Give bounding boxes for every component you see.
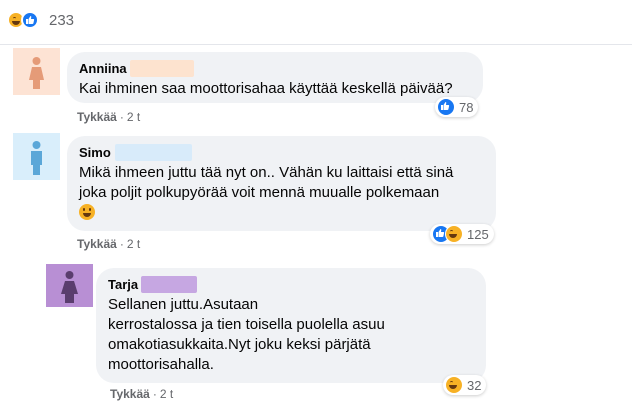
avatar-simo[interactable] [13,133,60,180]
haha-icon [445,376,463,394]
comment-actions: Tykkää · 2 t [77,237,141,251]
comment-bubble: Anniina Kai ihminen saa moottorisahaa kä… [67,52,483,103]
like-icon [437,98,455,116]
comment-time[interactable]: 2 t [160,387,173,401]
comment-time[interactable]: 2 t [127,237,140,251]
comment-bubble: Tarja Sellanen juttu.Asutaan kerrostalos… [96,268,486,383]
reaction-count: 78 [459,99,474,115]
reaction-count: 32 [467,377,482,393]
comment-reactions[interactable]: 32 [443,375,487,395]
reaction-count: 233 [49,12,75,29]
comment-reactions[interactable]: 125 [430,224,494,244]
comment-actions: Tykkää · 2 t [77,110,141,124]
comment-text: Kai ihminen saa moottorisahaa käyttää ke… [79,80,453,97]
like-link[interactable]: Tykkää [110,387,150,401]
reaction-summary[interactable]: 233 [7,11,117,31]
comment-actions: Tykkää · 2 t [110,387,174,401]
comment-reactions[interactable]: 78 [435,97,479,117]
comment-text: Mikä ihmeen juttu tää nyt on.. Vähän ku … [79,163,484,223]
like-icon [21,11,39,29]
avatar-anniina[interactable] [13,48,60,95]
comment-bubble: Simo Mikä ihmeen juttu tää nyt on.. Vähä… [67,136,496,231]
grinning-face-icon [79,204,95,220]
like-link[interactable]: Tykkää [77,237,117,251]
comment-text: Sellanen juttu.Asutaan kerrostalossa ja … [108,296,385,373]
commenter-name[interactable]: Simo [79,145,111,160]
commenter-name[interactable]: Anniina [79,61,127,76]
like-link[interactable]: Tykkää [77,110,117,124]
divider [0,44,632,45]
redacted-surname [129,60,194,77]
redacted-surname [141,276,198,293]
reaction-count: 125 [467,226,489,242]
commenter-name[interactable]: Tarja [108,277,138,292]
haha-icon [445,225,463,243]
redacted-surname [114,144,192,161]
avatar-tarja[interactable] [46,264,93,307]
comment-time[interactable]: 2 t [127,110,140,124]
